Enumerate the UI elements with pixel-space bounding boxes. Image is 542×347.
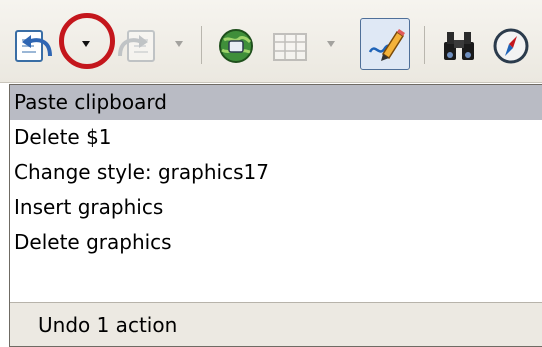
toolbar-separator (201, 26, 202, 64)
navigator-button[interactable] (214, 24, 258, 68)
list-item[interactable]: Delete $1 (10, 120, 542, 155)
list-item[interactable]: Paste clipboard (10, 85, 542, 120)
redo-button[interactable] (112, 24, 160, 68)
undo-button[interactable] (10, 24, 58, 68)
globe-icon (219, 29, 253, 63)
undo-status-text: Undo 1 action (10, 302, 542, 346)
list-item[interactable]: Change style: graphics17 (10, 155, 542, 190)
navigator-compass-button[interactable] (489, 24, 533, 68)
standard-toolbar (0, 0, 542, 83)
chevron-down-icon (327, 41, 335, 47)
undo-icon (15, 30, 52, 62)
undo-history-list: Paste clipboard Delete $1 Change style: … (10, 85, 542, 260)
compass-icon (493, 28, 529, 64)
highlight-circle (59, 13, 115, 69)
undo-history-dropdown: Paste clipboard Delete $1 Change style: … (9, 84, 542, 347)
binoculars-icon (444, 32, 474, 60)
chevron-down-icon (175, 41, 183, 47)
toolbar-separator (424, 26, 425, 64)
table-icon (273, 33, 307, 61)
list-item[interactable]: Insert graphics (10, 190, 542, 225)
find-replace-button[interactable] (437, 24, 481, 68)
pencil-icon (368, 29, 405, 61)
redo-dropdown-arrow[interactable] (170, 36, 188, 52)
table-dropdown-arrow[interactable] (322, 36, 340, 52)
list-item[interactable]: Delete graphics (10, 225, 542, 260)
draw-functions-button[interactable] (360, 18, 410, 70)
redo-icon (118, 30, 155, 62)
table-button[interactable] (268, 24, 312, 68)
